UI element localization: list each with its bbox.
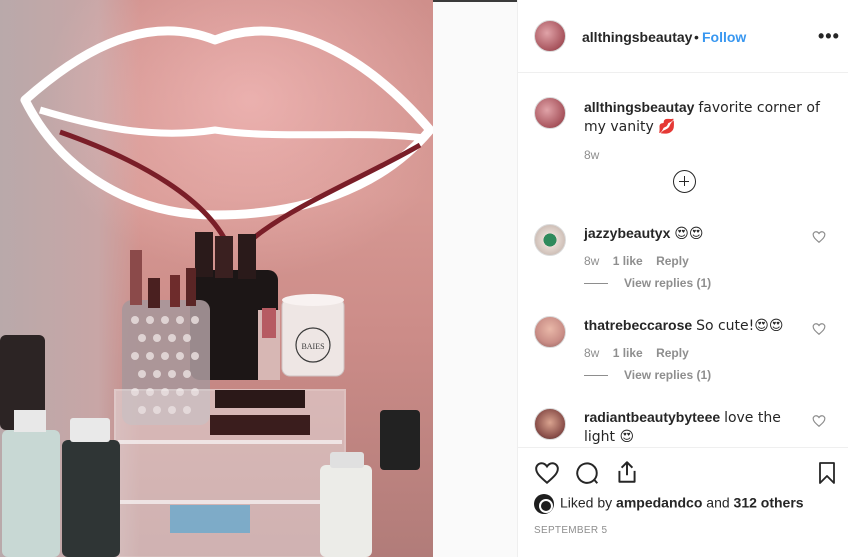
likes-others[interactable]: 312 others [734,495,804,511]
comment-text: jazzybeautyx 😍😍 [584,224,804,243]
liker-username[interactable]: ampedandco [616,495,702,511]
view-replies-button[interactable]: View replies (1) [584,276,711,290]
comment-body: 😍😍 [674,226,704,242]
author-avatar[interactable] [534,20,566,52]
comment-likes[interactable]: 1 like [613,346,643,360]
comment-time: 8w [584,346,600,360]
neon-lips-center [38,106,426,142]
share-icon[interactable] [614,459,640,485]
view-replies-label: View replies (1) [624,276,712,290]
likes-middle: and [706,494,730,511]
bookmark-icon[interactable] [815,460,839,486]
comment-icon[interactable] [574,460,600,486]
comment-likes[interactable]: 1 like [613,254,643,268]
comment-username[interactable]: radiantbeautybyteee [584,409,720,425]
likes-prefix: Liked by [560,494,613,511]
comment-body: So cute!😍😍 [696,318,784,334]
comment-username[interactable]: thatrebeccarose [584,317,692,333]
liker-avatar[interactable] [534,494,554,514]
comment-meta: 8w 1 like Reply [584,254,699,268]
post-photo[interactable]: BAIES [0,0,433,557]
comment-avatar[interactable] [534,316,566,348]
heart-icon[interactable] [534,460,560,486]
author-username[interactable]: allthingsbeautay [582,29,692,45]
likes-summary: Liked by ampedandco and 312 others [534,494,804,514]
add-circle-icon[interactable] [673,170,696,193]
post-header: allthingsbeautay • Follow ••• [518,0,848,73]
replies-line [584,375,608,377]
reply-button[interactable]: Reply [656,254,689,268]
comment-text: radiantbeautybyteee love the light 😍 [584,408,804,446]
photo-illustration: BAIES [0,26,433,557]
more-icon[interactable]: ••• [818,26,840,47]
header-separator: • [694,29,699,45]
caption-username[interactable]: allthingsbeautay [584,99,694,115]
caption: allthingsbeautay favorite corner of my v… [584,98,834,136]
replies-line [584,283,608,285]
comment-text: thatrebeccarose So cute!😍😍 [584,316,804,335]
comment-avatar[interactable] [534,224,566,256]
post-actions: Liked by ampedandco and 312 others SEPTE… [518,447,848,557]
caption-avatar[interactable] [534,97,566,129]
comment-meta: 8w 1 like Reply [584,346,699,360]
comment-like-heart-icon[interactable] [812,414,826,428]
comment-avatar[interactable] [534,408,566,440]
comment-like-heart-icon[interactable] [812,322,826,336]
candle [281,297,345,377]
post-sidebar: allthingsbeautay • Follow ••• allthingsb… [517,0,848,557]
comment-time: 8w [584,254,600,268]
photo-margin [433,0,518,557]
comment-username[interactable]: jazzybeautyx [584,225,670,241]
reply-button[interactable]: Reply [656,346,689,360]
caption-time: 8w [584,148,600,162]
comments-list[interactable]: allthingsbeautay favorite corner of my v… [518,74,848,446]
follow-button[interactable]: Follow [702,29,746,45]
comment-like-heart-icon[interactable] [812,230,826,244]
view-replies-button[interactable]: View replies (1) [584,368,711,382]
post-date[interactable]: SEPTEMBER 5 [534,525,607,536]
candle-label: BAIES [301,342,324,351]
view-replies-label: View replies (1) [624,368,712,382]
